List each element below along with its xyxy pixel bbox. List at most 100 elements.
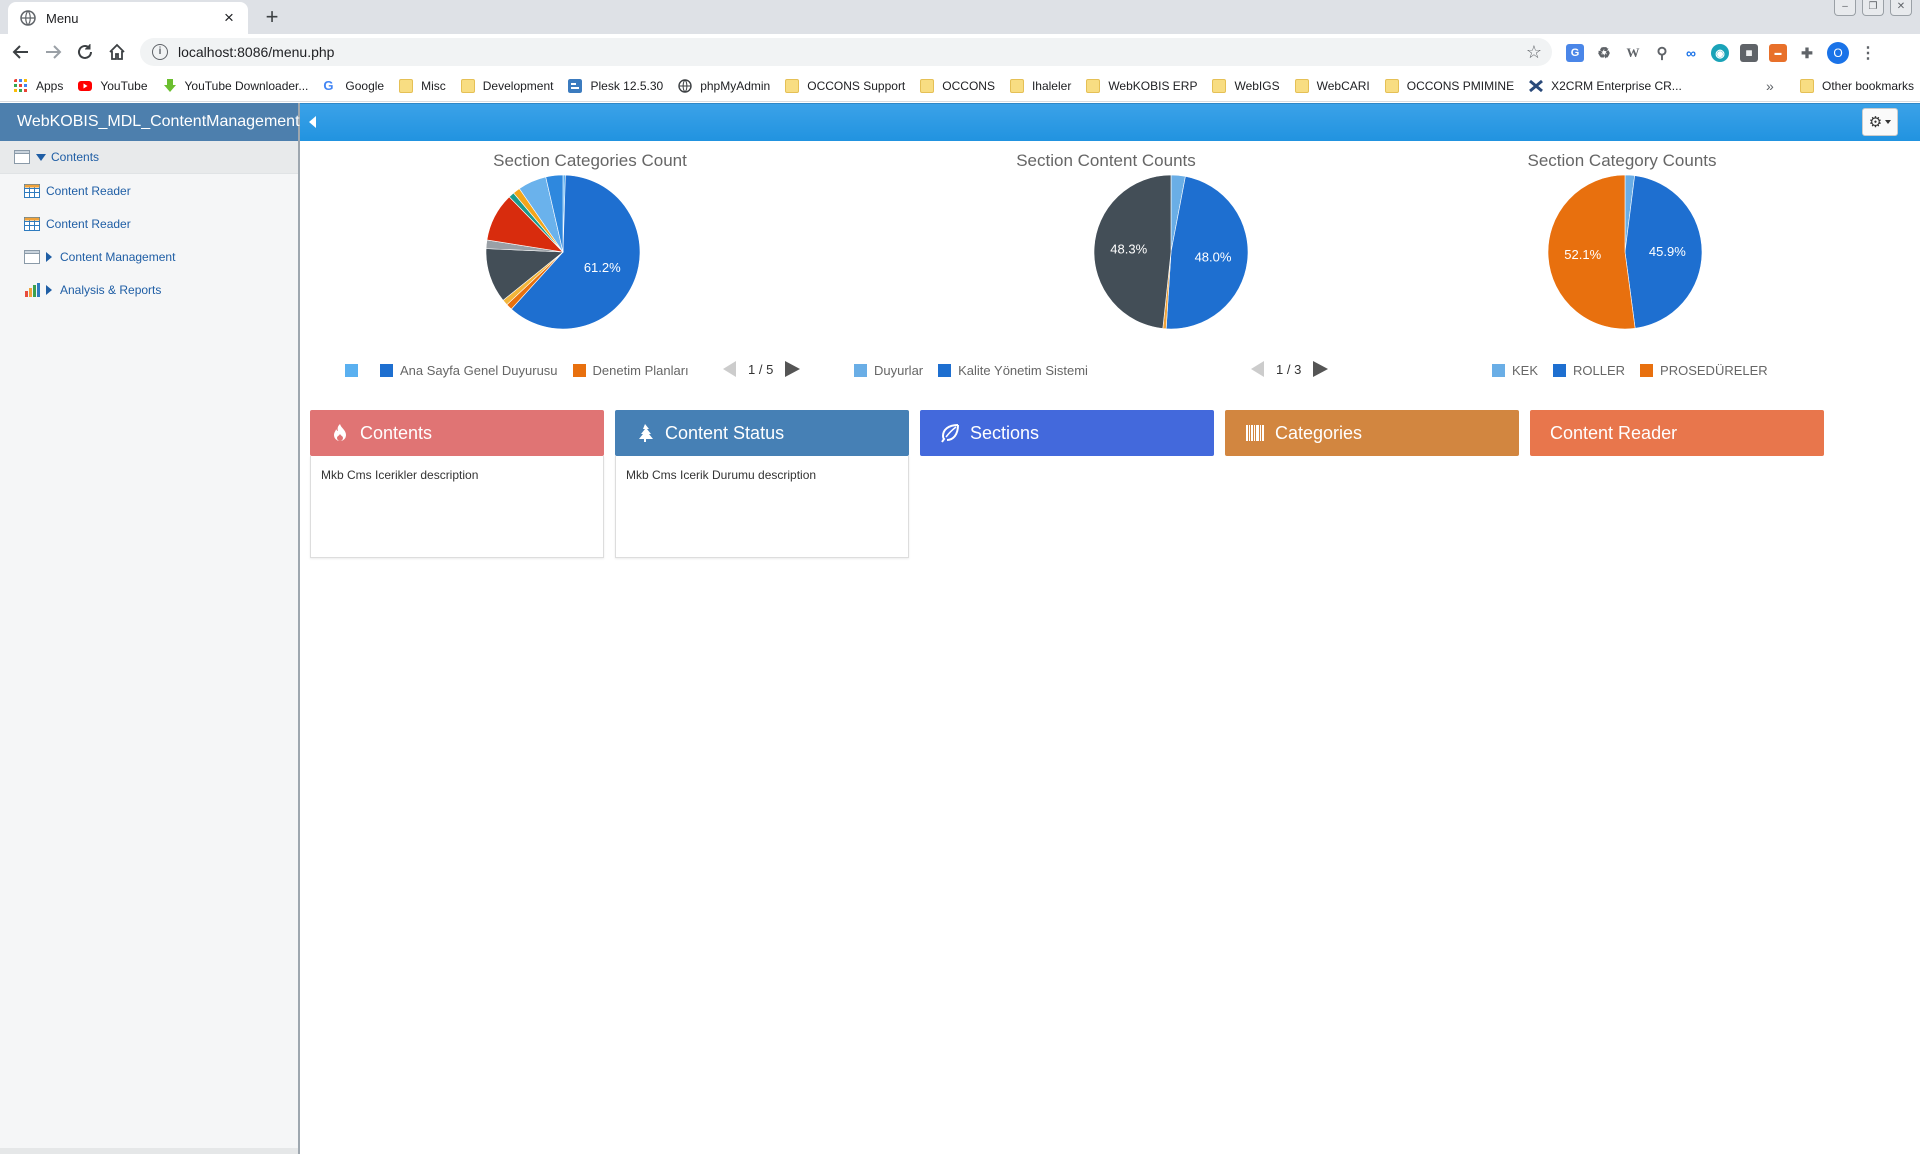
card-title: Contents (360, 422, 433, 443)
sidebar-item-contents[interactable]: Contents (0, 141, 298, 174)
browser-menu-icon[interactable]: ⋮ (1860, 43, 1876, 63)
card-content-reader[interactable]: Content Reader (1530, 410, 1824, 456)
card-content-status[interactable]: Content Status (615, 410, 909, 456)
bookmark-label: WebCARI (1316, 78, 1370, 93)
sidebar-item-content-management[interactable]: Content Management (0, 240, 298, 273)
legend-item[interactable]: Denetim Planları (572, 363, 689, 378)
wikipedia-extension-icon[interactable]: W (1624, 44, 1642, 62)
legend-item[interactable]: Kalite Yönetim Sistemi (938, 363, 1088, 378)
close-window-icon[interactable]: ✕ (1890, 0, 1912, 16)
legend-item[interactable]: Duyurlar (854, 363, 923, 378)
site-info-icon[interactable]: i (152, 44, 168, 60)
legend-item[interactable]: PROSEDÜRELER (1640, 363, 1768, 378)
legend-next-icon[interactable] (785, 361, 801, 377)
back-arrow-icon (12, 45, 28, 59)
back-button[interactable] (9, 40, 33, 64)
restore-window-icon[interactable]: ❐ (1862, 0, 1884, 16)
card-sections[interactable]: Sections (920, 410, 1214, 456)
translate-extension-icon[interactable]: G (1566, 44, 1584, 62)
sidebar-item-label: Contents (51, 150, 100, 164)
bookmark-development[interactable]: Development (460, 78, 554, 93)
bookmark-webigs[interactable]: WebIGS (1212, 78, 1280, 93)
sidebar-item-content-reader-2[interactable]: Content Reader (0, 207, 298, 240)
bookmark-label: Development (482, 78, 554, 93)
pie-slice-label: 48.0% (1195, 249, 1232, 264)
legend-next-icon[interactable] (1313, 361, 1329, 377)
bookmark-phpmyadmin[interactable]: phpMyAdmin (678, 79, 770, 93)
bookmark-misc[interactable]: Misc (399, 78, 446, 93)
chart-title: Section Content Counts (1016, 151, 1196, 170)
legend-item[interactable] (345, 364, 365, 377)
legend-pager: 1 / 3 (1251, 361, 1329, 377)
sidebar-item-analysis-reports[interactable]: Analysis & Reports (0, 273, 298, 306)
reload-button[interactable] (73, 40, 97, 64)
legend-item[interactable]: Ana Sayfa Genel Duyurusu (380, 363, 558, 378)
bookmark-occons-support[interactable]: OCCONS Support (785, 78, 905, 93)
legend-item[interactable]: ROLLER (1553, 363, 1625, 378)
bookmark-label: phpMyAdmin (700, 78, 771, 93)
pie-slice-label: 61.2% (584, 260, 621, 275)
card-contents[interactable]: Contents (310, 410, 604, 456)
profile-avatar[interactable]: O (1827, 42, 1849, 64)
other-bookmarks[interactable]: Other bookmarks (1800, 70, 1914, 102)
pie-slice-label: 48.3% (1110, 242, 1147, 257)
bookmarks-overflow-icon[interactable]: » (1766, 78, 1774, 94)
bookmark-label: Misc (421, 78, 446, 93)
settings-dropdown-button[interactable]: ⚙ (1862, 108, 1898, 136)
minimize-window-icon[interactable]: – (1834, 0, 1856, 16)
legend-label: Denetim Planları (592, 363, 689, 378)
bookmark-x2crm[interactable]: X2CRM Enterprise CR... (1529, 79, 1682, 93)
legend-label: Ana Sayfa Genel Duyurusu (400, 363, 558, 378)
bookmark-occons[interactable]: OCCONS (920, 78, 995, 93)
folder-icon (1294, 78, 1309, 93)
bookmark-star-icon[interactable]: ☆ (1526, 42, 1542, 63)
chart-legend: KEK ROLLER PROSEDÜRELER (1492, 363, 1783, 378)
infinity-extension-icon[interactable]: ∞ (1682, 44, 1700, 62)
location-pin-extension-icon[interactable]: ⚲ (1653, 44, 1671, 62)
folder-icon (460, 78, 475, 93)
download-icon (163, 78, 176, 92)
home-button[interactable] (105, 40, 129, 64)
pie-chart: 45.9% 52.1% (1547, 175, 1703, 330)
bookmark-google[interactable]: G Google (323, 78, 384, 93)
bookmarks-bar: Apps YouTube YouTube Downloader... G Goo… (0, 70, 1920, 102)
window-controls: – ❐ ✕ (1834, 0, 1912, 16)
bookmark-youtube[interactable]: YouTube (78, 79, 148, 93)
legend-label: PROSEDÜRELER (1660, 363, 1768, 378)
sidebar-item-content-reader[interactable]: Content Reader (0, 174, 298, 207)
extension-icons: G ♻ W ⚲ ∞ ◉ ▦ ▬ ✚ O ⋮ (1566, 42, 1876, 64)
address-bar[interactable]: i localhost:8086/menu.php ☆ (140, 38, 1552, 66)
browser-tab[interactable]: Menu × (8, 2, 248, 34)
chevron-right-icon (46, 284, 52, 295)
bookmark-webcari[interactable]: WebCARI (1294, 78, 1370, 93)
bookmark-webkobis-erp[interactable]: WebKOBIS ERP (1086, 78, 1197, 93)
bookmark-ihaleler[interactable]: Ihaleler (1009, 78, 1071, 93)
bookmark-plesk[interactable]: Plesk 12.5.30 (568, 78, 664, 93)
forward-button[interactable] (41, 40, 65, 64)
orange-extension-icon[interactable]: ▬ (1769, 44, 1787, 62)
bookmark-label: YouTube Downloader... (184, 78, 309, 93)
tab-close-icon[interactable]: × (220, 9, 238, 26)
legend-prev-icon[interactable] (1251, 361, 1264, 377)
tree-icon (639, 424, 653, 442)
puzzle-extensions-icon[interactable]: ✚ (1798, 44, 1816, 62)
bookmark-occons-pmimine[interactable]: OCCONS PMIMINE (1384, 78, 1514, 93)
legend-label: Duyurlar (874, 363, 924, 378)
bookmark-youtube-downloader[interactable]: YouTube Downloader... (163, 78, 309, 93)
collapse-sidebar-icon[interactable] (309, 116, 316, 128)
sidebar-title: WebKOBIS_MDL_ContentManagement (0, 103, 300, 141)
legend-prev-icon[interactable] (723, 361, 736, 377)
chart-title: Section Categories Count (493, 151, 687, 170)
legend-item[interactable]: KEK (1492, 363, 1538, 378)
bookmark-apps[interactable]: Apps (14, 78, 63, 93)
new-tab-button[interactable]: + (260, 6, 284, 30)
home-icon (109, 43, 125, 60)
globe-extension-icon[interactable]: ◉ (1711, 44, 1729, 62)
card-categories[interactable]: Categories (1225, 410, 1519, 456)
forward-arrow-icon (46, 45, 62, 59)
bookmark-label: Plesk 12.5.30 (590, 78, 664, 93)
top-toolbar: ⚙ (300, 103, 1920, 141)
browser-toolbar: i localhost:8086/menu.php ☆ G ♻ W ⚲ ∞ ◉ … (0, 34, 1920, 70)
calendar-extension-icon[interactable]: ▦ (1740, 44, 1758, 62)
recycle-extension-icon[interactable]: ♻ (1595, 44, 1613, 62)
